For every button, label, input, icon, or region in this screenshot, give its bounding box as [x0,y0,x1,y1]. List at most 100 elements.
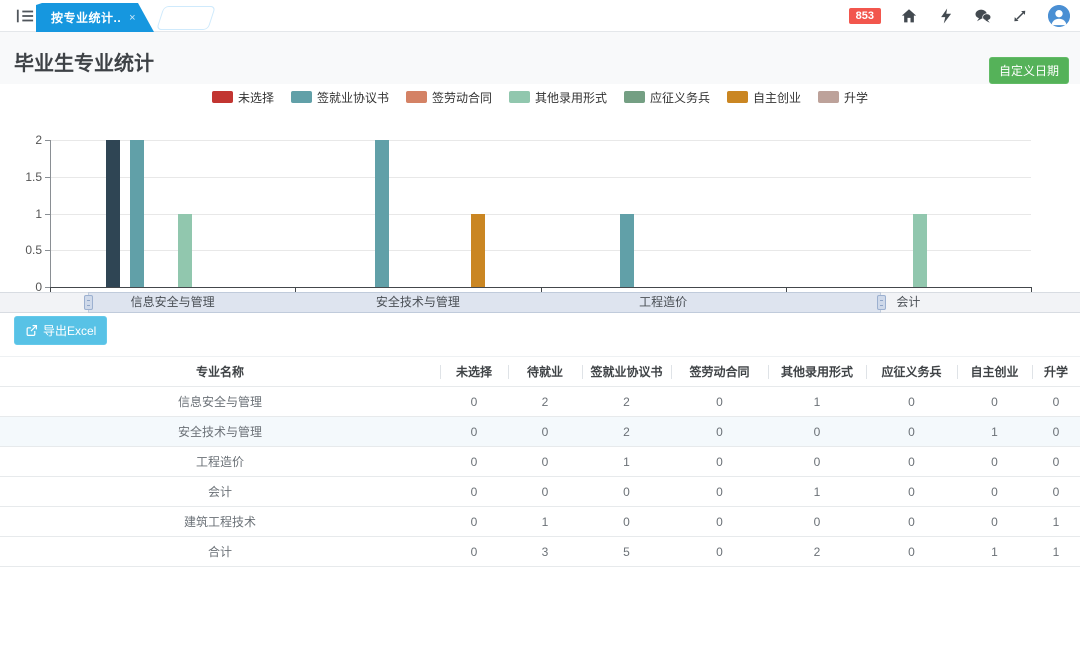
value-cell: 0 [1032,477,1080,507]
major-name-cell: 合计 [0,537,440,567]
value-cell: 0 [671,387,768,417]
legend-item[interactable]: 升学 [818,89,868,106]
legend-label: 应征义务兵 [650,89,710,106]
value-cell: 0 [671,537,768,567]
value-cell: 0 [1032,387,1080,417]
bar-签就业协议书 [130,140,144,287]
notification-badge[interactable]: 853 [849,8,881,24]
custom-date-button[interactable]: 自定义日期 [989,57,1069,84]
page-header [0,32,1080,84]
legend-item[interactable]: 未选择 [212,89,274,106]
legend-label: 其他录用形式 [535,89,607,106]
legend-label: 签劳动合同 [432,89,492,106]
tab-by-major-statistics[interactable]: 按专业统计.. × [36,3,154,32]
value-cell: 0 [671,417,768,447]
column-header: 签劳动合同 [671,357,768,387]
value-cell: 0 [508,477,582,507]
value-cell: 0 [866,537,957,567]
home-icon[interactable] [900,7,918,25]
column-header: 未选择 [440,357,508,387]
y-gridline [50,250,1031,251]
legend-swatch [406,91,427,103]
value-cell: 1 [1032,507,1080,537]
table-row: 建筑工程技术01000001 [0,507,1080,537]
menu-fold-icon[interactable] [16,7,36,25]
value-cell: 2 [508,387,582,417]
export-excel-button[interactable]: 导出Excel [14,316,107,345]
legend-item[interactable]: 签就业协议书 [291,89,389,106]
value-cell: 0 [768,447,866,477]
value-cell: 0 [768,417,866,447]
legend-item[interactable]: 应征义务兵 [624,89,710,106]
legend-swatch [509,91,530,103]
export-excel-label: 导出Excel [43,322,96,339]
value-cell: 2 [582,417,671,447]
table-row: 会计00001000 [0,477,1080,507]
value-cell: 1 [768,477,866,507]
value-cell: 0 [508,447,582,477]
value-cell: 0 [866,387,957,417]
y-axis-tick [45,287,50,288]
legend-swatch [818,91,839,103]
major-name-cell: 会计 [0,477,440,507]
value-cell: 1 [957,417,1032,447]
bar-待就业 [106,140,120,287]
value-cell: 0 [671,447,768,477]
flash-icon[interactable] [937,7,955,25]
y-axis-line [50,140,51,287]
app-window: 按专业统计.. × 853 [0,0,1080,651]
column-header: 专业名称 [0,357,440,387]
column-header: 自主创业 [957,357,1032,387]
value-cell: 5 [582,537,671,567]
category-label: 会计 [896,292,920,313]
value-cell: 0 [957,387,1032,417]
user-avatar[interactable] [1048,5,1070,27]
datazoom-window[interactable] [88,292,881,313]
value-cell: 1 [582,447,671,477]
legend-label: 未选择 [238,89,274,106]
value-cell: 1 [768,387,866,417]
value-cell: 0 [440,417,508,447]
major-name-cell: 安全技术与管理 [0,417,440,447]
value-cell: 0 [957,477,1032,507]
value-cell: 1 [957,537,1032,567]
page-title: 毕业生专业统计 [14,47,154,76]
expand-icon[interactable] [1011,7,1029,25]
column-header: 升学 [1032,357,1080,387]
value-cell: 0 [440,477,508,507]
tab-close-icon[interactable]: × [129,12,135,24]
value-cell: 0 [440,447,508,477]
legend-item[interactable]: 自主创业 [727,89,801,106]
bar-其他录用形式 [178,214,192,288]
y-gridline [50,214,1031,215]
table-row: 合计03502011 [0,537,1080,567]
y-tick-label: 0.5 [12,243,42,257]
table-header-row: 专业名称未选择待就业签就业协议书签劳动合同其他录用形式应征义务兵自主创业升学 [0,357,1080,387]
legend-item[interactable]: 其他录用形式 [509,89,607,106]
table-row: 工程造价00100000 [0,447,1080,477]
legend-swatch [212,91,233,103]
value-cell: 0 [866,477,957,507]
legend-swatch [727,91,748,103]
column-header: 应征义务兵 [866,357,957,387]
legend-swatch [624,91,645,103]
value-cell: 2 [768,537,866,567]
chart-legend: 未选择签就业协议书 签劳动合同 其他录用形式 应征义务兵自主创业升学 [0,89,1080,105]
y-axis-tick [45,140,50,141]
legend-item[interactable]: 签劳动合同 [406,89,492,106]
table-row: 信息安全与管理02201000 [0,387,1080,417]
top-navbar: 按专业统计.. × 853 [0,0,1080,32]
major-name-cell: 工程造价 [0,447,440,477]
datazoom-handle-right[interactable] [877,295,886,310]
bar-其他录用形式 [913,214,927,288]
value-cell: 0 [866,447,957,477]
chat-icon[interactable] [974,7,992,25]
column-header: 签就业协议书 [582,357,671,387]
datazoom-handle-left[interactable] [84,295,93,310]
x-axis-tick [1031,287,1032,292]
value-cell: 0 [957,447,1032,477]
value-cell: 0 [671,507,768,537]
y-tick-label: 2 [12,133,42,147]
value-cell: 0 [768,507,866,537]
value-cell: 0 [440,507,508,537]
